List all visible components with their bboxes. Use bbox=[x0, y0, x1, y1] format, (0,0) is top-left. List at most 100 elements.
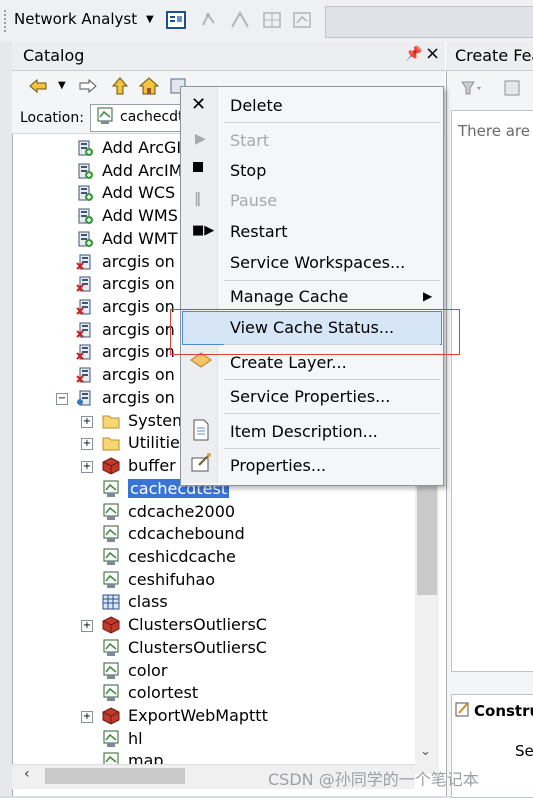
restart-icon: ■▶ bbox=[192, 223, 215, 238]
chevron-down-icon[interactable]: ▼ bbox=[146, 14, 154, 25]
add-server-icon bbox=[76, 139, 94, 157]
location-value: cachecdt bbox=[120, 109, 184, 125]
tree-item-label: arcgis on bbox=[102, 252, 175, 271]
toolbar-empty-area bbox=[325, 6, 533, 38]
annotation-highlight-box bbox=[170, 309, 460, 355]
disconnected-server-icon bbox=[76, 366, 94, 384]
menu-item-pause[interactable]: Pause bbox=[230, 191, 277, 210]
construction-tools-title: Constru bbox=[474, 702, 533, 720]
tree-item-label: ClustersOutliersC bbox=[128, 615, 267, 634]
tree-item-label: ClustersOutliersC bbox=[128, 638, 267, 657]
gp-service-icon bbox=[102, 707, 120, 725]
tree-item-label: colortest bbox=[128, 683, 199, 702]
tree-item-label: arcgis on bbox=[102, 388, 175, 407]
catalog-title: Catalog bbox=[23, 46, 85, 65]
scroll-down-icon[interactable]: ⌄ bbox=[420, 744, 431, 759]
menu-item-restart[interactable]: Restart bbox=[230, 222, 288, 241]
map-service-icon bbox=[102, 503, 120, 521]
map-service-icon bbox=[102, 548, 120, 566]
item-description-icon bbox=[191, 419, 211, 441]
add-server-icon bbox=[76, 207, 94, 225]
tree-item-label: Add ArcIM bbox=[102, 161, 183, 180]
disconnected-server-icon bbox=[76, 343, 94, 361]
network-window-icon[interactable] bbox=[166, 11, 186, 29]
disconnected-server-icon bbox=[76, 253, 94, 271]
gp-service-icon bbox=[102, 616, 120, 634]
map-service-icon bbox=[102, 662, 120, 680]
organize-templates-icon[interactable] bbox=[460, 78, 484, 98]
menu-item-properties[interactable]: Properties... bbox=[230, 456, 326, 475]
back-arrow-icon[interactable] bbox=[28, 76, 48, 96]
folder-icon bbox=[102, 434, 120, 452]
tree-item-label: color bbox=[128, 661, 168, 680]
add-server-icon bbox=[76, 162, 94, 180]
template-list bbox=[451, 110, 533, 672]
menu-item-manage-cache[interactable]: Manage Cache bbox=[230, 287, 348, 306]
menu-item-service-properties[interactable]: Service Properties... bbox=[230, 387, 390, 406]
menu-item-delete[interactable]: Delete bbox=[230, 96, 283, 115]
forward-arrow-icon[interactable] bbox=[78, 76, 98, 96]
map-service-icon bbox=[102, 480, 120, 498]
map-service-icon bbox=[102, 571, 120, 589]
map-service-icon bbox=[102, 684, 120, 702]
edit-point-icon[interactable] bbox=[200, 11, 220, 29]
menu-item-start[interactable]: Start bbox=[230, 131, 269, 150]
tree-item-label: arcgis on bbox=[102, 342, 175, 361]
up-one-level-icon[interactable] bbox=[110, 76, 130, 96]
toolbar-grip[interactable] bbox=[4, 10, 10, 32]
expand-icon[interactable]: + bbox=[81, 438, 93, 450]
table-icon bbox=[102, 593, 120, 611]
vertical-scroll-thumb[interactable] bbox=[417, 480, 437, 595]
template-view-icon[interactable] bbox=[502, 78, 524, 98]
delete-icon: ✕ bbox=[191, 94, 207, 115]
tree-item-label: ExportWebMapttt bbox=[128, 706, 268, 725]
location-label: Location: bbox=[20, 110, 84, 126]
collapse-icon[interactable]: − bbox=[56, 393, 68, 405]
menu-separator bbox=[224, 122, 440, 123]
disconnected-server-icon bbox=[76, 298, 94, 316]
menu-item-item-description[interactable]: Item Description... bbox=[230, 422, 378, 441]
pin-icon[interactable]: 📌 bbox=[405, 46, 422, 62]
expand-icon[interactable]: + bbox=[81, 620, 93, 632]
watermark-text: CSDN @孙同学的一个笔记本 bbox=[268, 770, 479, 789]
expand-icon[interactable]: + bbox=[81, 416, 93, 428]
properties-icon bbox=[190, 453, 212, 473]
tree-item-label: buffer bbox=[128, 456, 176, 475]
scroll-left-icon[interactable]: ‹ bbox=[24, 766, 30, 782]
disconnected-server-icon bbox=[76, 321, 94, 339]
tree-item-label: cdcachebound bbox=[128, 524, 245, 543]
submenu-arrow-icon: ▶ bbox=[423, 289, 433, 303]
gp-service-icon bbox=[102, 457, 120, 475]
connected-server-icon bbox=[76, 389, 94, 407]
tree-item-label: arcgis on bbox=[102, 297, 175, 316]
tree-item-label: ceshifuhao bbox=[128, 570, 216, 589]
add-server-icon bbox=[76, 230, 94, 248]
select-edge-icon[interactable] bbox=[230, 10, 250, 29]
expand-icon[interactable]: + bbox=[81, 711, 93, 723]
home-icon[interactable] bbox=[138, 76, 160, 96]
chevron-down-icon[interactable]: ▼ bbox=[58, 80, 66, 91]
left-edge bbox=[0, 42, 12, 796]
select-label: Se bbox=[515, 742, 533, 760]
menu-item-stop[interactable]: Stop bbox=[230, 161, 266, 180]
expand-icon[interactable]: + bbox=[81, 461, 93, 473]
tree-item-label: arcgis on bbox=[102, 274, 175, 293]
network-analyst-dropdown[interactable]: Network Analyst bbox=[14, 10, 137, 28]
route-icon[interactable] bbox=[292, 11, 312, 29]
map-service-icon bbox=[102, 639, 120, 657]
close-icon[interactable]: × bbox=[425, 43, 440, 64]
stop-icon bbox=[193, 162, 203, 172]
horizontal-scroll-thumb[interactable] bbox=[45, 768, 185, 784]
tree-item-label: Add WCS bbox=[102, 183, 176, 202]
tree-item-label: hl bbox=[128, 729, 143, 748]
add-server-icon bbox=[76, 184, 94, 202]
tree-item-label: class bbox=[128, 592, 168, 611]
menu-item-create-layer[interactable]: Create Layer... bbox=[230, 353, 347, 372]
construction-tools-icon bbox=[455, 701, 471, 717]
menu-item-service-workspaces[interactable]: Service Workspaces... bbox=[230, 253, 405, 272]
disconnected-server-icon bbox=[76, 275, 94, 293]
map-service-icon bbox=[96, 107, 114, 125]
menu-separator bbox=[224, 448, 440, 449]
grid-icon[interactable] bbox=[262, 11, 282, 29]
menu-separator bbox=[224, 413, 440, 414]
